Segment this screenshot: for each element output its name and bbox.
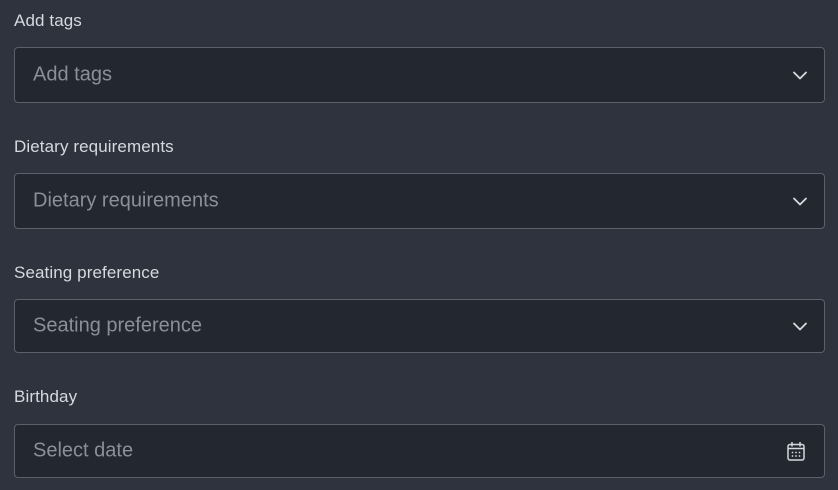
- calendar-icon[interactable]: [786, 441, 806, 461]
- add-tags-select[interactable]: Add tags: [14, 47, 825, 103]
- seating-preference-placeholder: Seating preference: [33, 314, 203, 337]
- birthday-date-input[interactable]: Select date: [14, 424, 825, 478]
- seating-preference-label: Seating preference: [14, 263, 160, 282]
- chevron-down-icon[interactable]: [792, 67, 808, 83]
- add-tags-placeholder: Add tags: [33, 63, 112, 86]
- add-tags-label: Add tags: [14, 11, 82, 30]
- seating-preference-select[interactable]: Seating preference: [14, 299, 825, 353]
- dietary-requirements-select[interactable]: Dietary requirements: [14, 173, 825, 229]
- birthday-placeholder: Select date: [33, 439, 134, 462]
- chevron-down-icon[interactable]: [792, 318, 808, 334]
- birthday-label: Birthday: [14, 387, 78, 406]
- dietary-requirements-label: Dietary requirements: [14, 137, 174, 156]
- guest-details-form: Add tags Add tags Dietary requirements D…: [0, 0, 838, 490]
- chevron-down-icon[interactable]: [792, 193, 808, 209]
- dietary-requirements-placeholder: Dietary requirements: [33, 189, 219, 212]
